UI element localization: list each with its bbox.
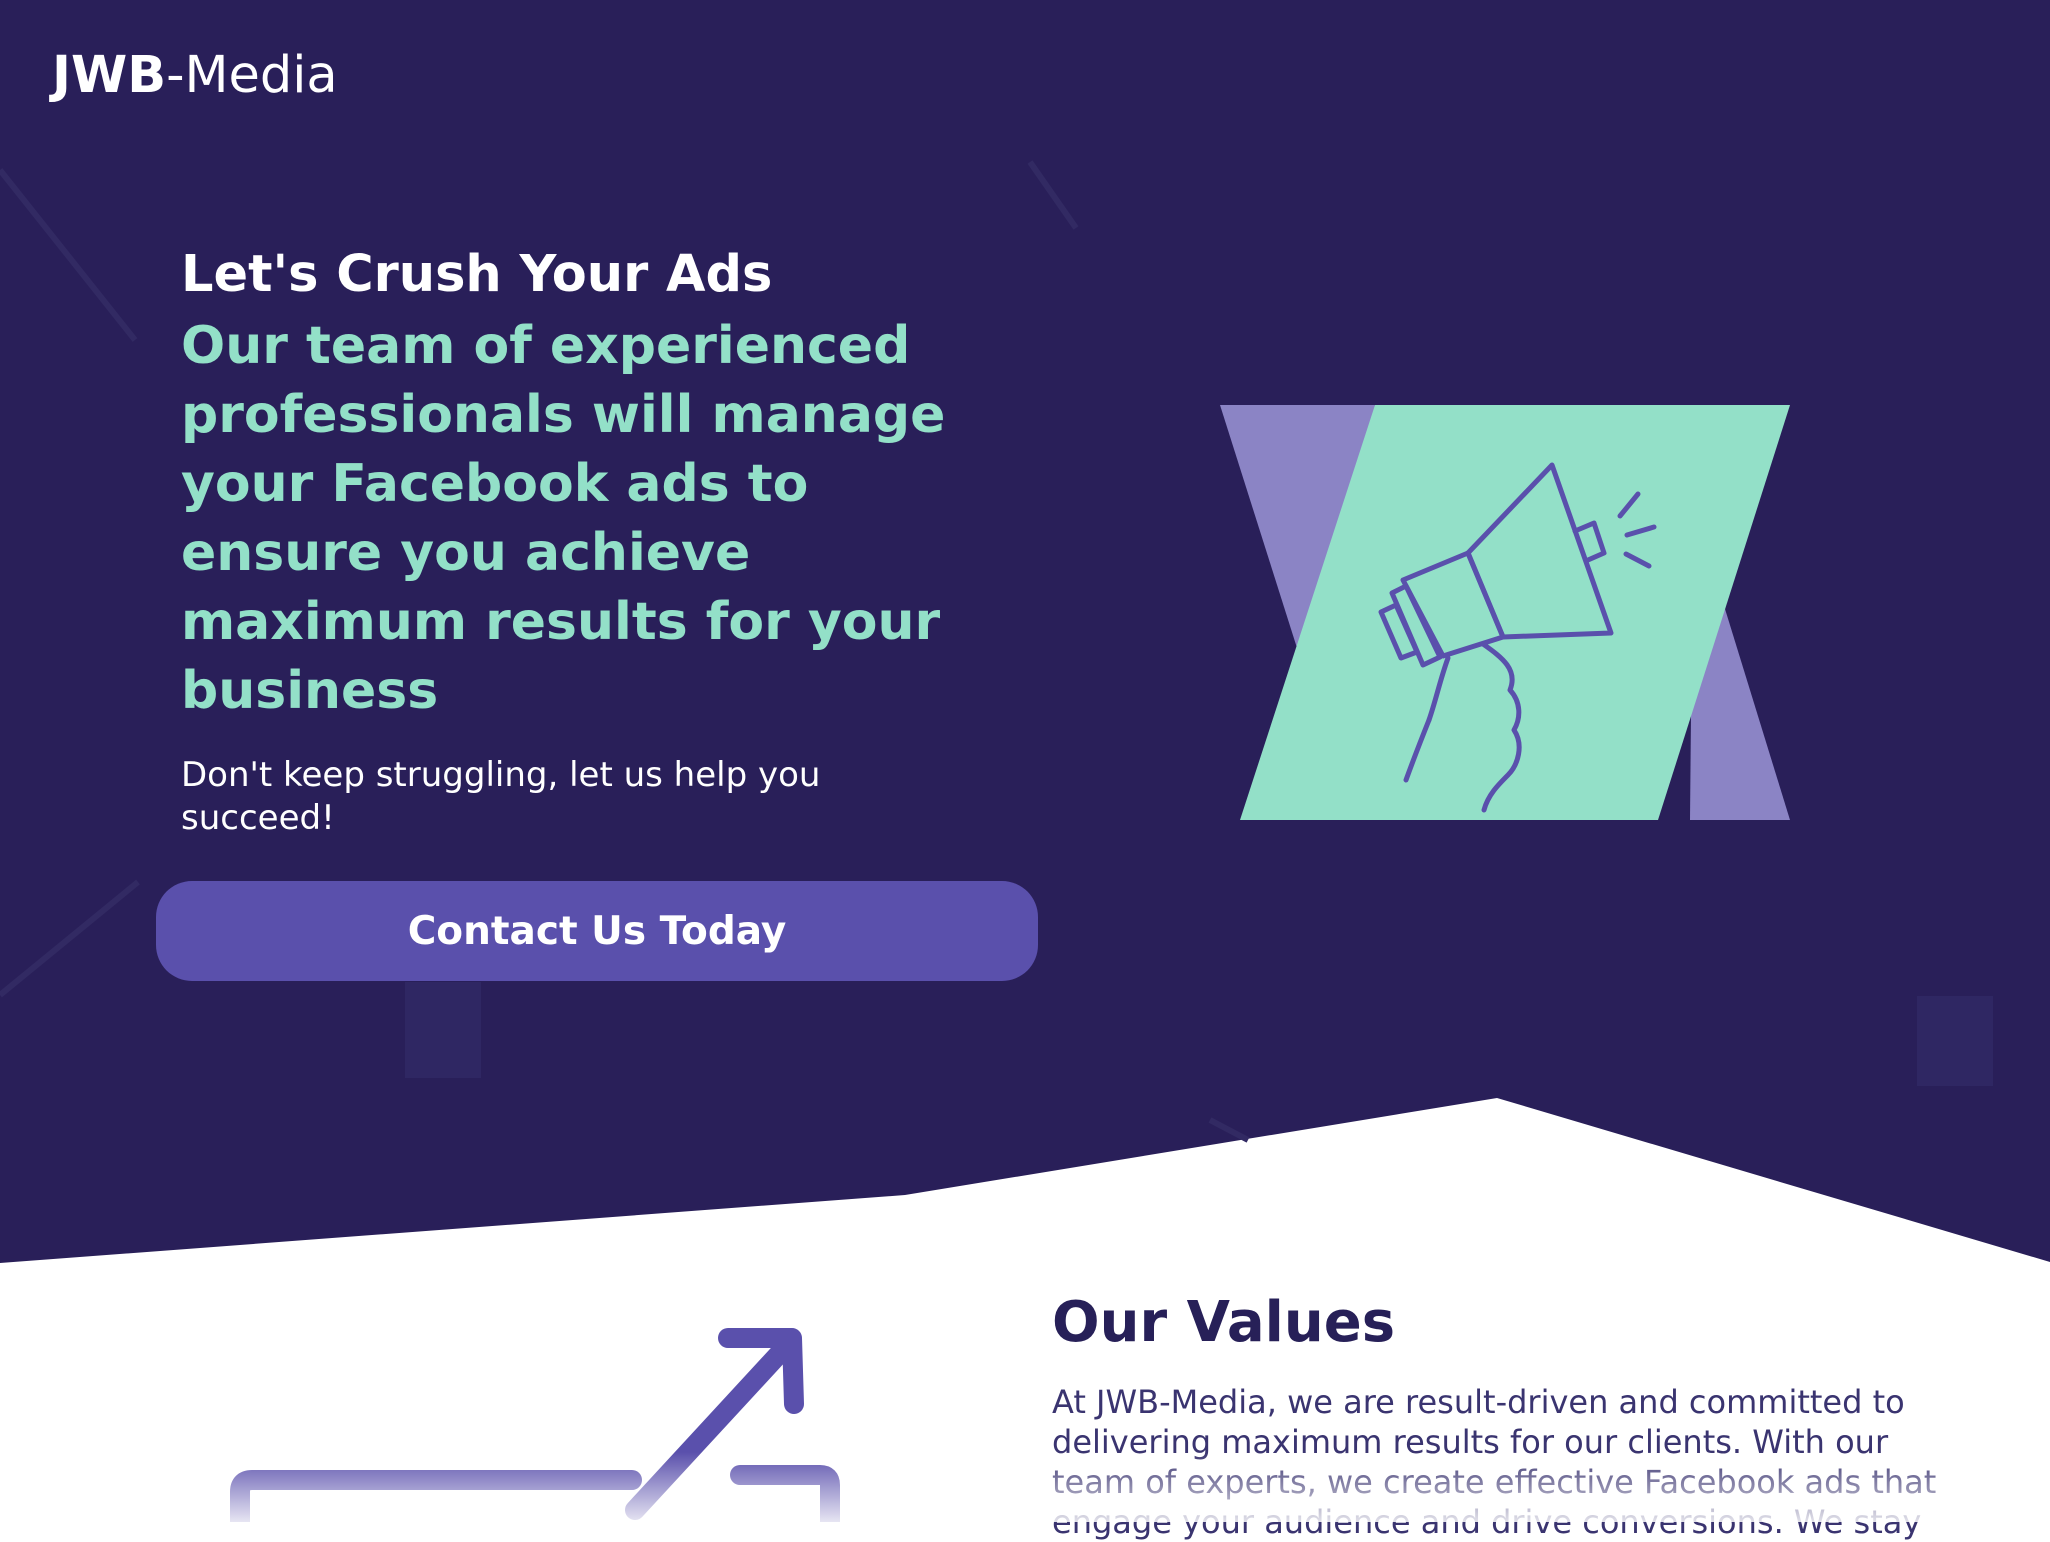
scroll-fade-overlay [0,1452,2050,1522]
megaphone-icon [1220,405,1790,820]
logo-light-text: -Media [166,46,338,105]
contact-us-button[interactable]: Contact Us Today [156,881,1038,981]
logo-bold-text: JWB [52,46,167,105]
hero-body-text: Don't keep struggling, let us help you s… [181,755,821,838]
values-title: Our Values [1052,1290,1396,1355]
brand-logo[interactable]: JWB-Media [52,50,338,101]
hero-subtitle: Our team of experienced professionals wi… [181,316,946,721]
hero-content: Let's Crush Your Ads Our team of experie… [181,244,1031,840]
hero-title: Let's Crush Your Ads [181,245,773,304]
